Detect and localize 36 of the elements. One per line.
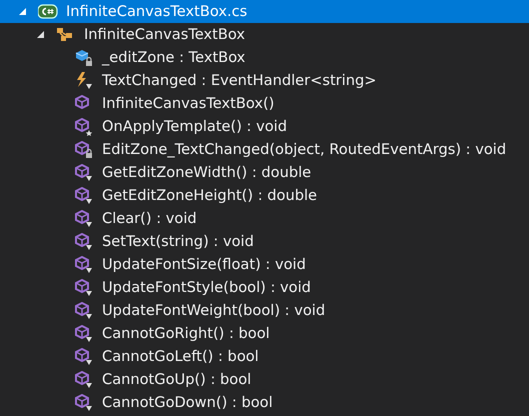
cube-icon: [74, 118, 94, 136]
cube-icon: [74, 324, 94, 342]
tree-item-label[interactable]: SetText(string) : void: [102, 233, 254, 250]
expander-icon[interactable]: [36, 30, 45, 39]
tree-item-label[interactable]: UpdateFontSize(float) : void: [102, 256, 306, 273]
tree-item-label[interactable]: UpdateFontWeight(bool) : void: [102, 302, 326, 319]
tree-item-label[interactable]: InfiniteCanvasTextBox(): [102, 95, 274, 112]
tree-item-label[interactable]: UpdateFontStyle(bool) : void: [102, 279, 311, 296]
tree-item-label[interactable]: GetEditZoneWidth() : double: [102, 164, 312, 181]
cube-icon: [74, 278, 94, 296]
selected-row[interactable]: InfiniteCanvasTextBox.cs: [0, 0, 529, 23]
tree-item-label[interactable]: InfiniteCanvasTextBox: [84, 26, 245, 43]
tree-item-label[interactable]: CannotGoDown() : bool: [102, 394, 273, 411]
cube-icon: [74, 232, 94, 250]
cube-icon: [74, 370, 94, 388]
tree-item-label[interactable]: CannotGoUp() : bool: [102, 371, 252, 388]
tree-item-label[interactable]: Clear() : void: [102, 210, 197, 227]
cube-icon: [74, 394, 94, 412]
field-icon: [74, 48, 94, 66]
tree-item-label[interactable]: _editZone : TextBox: [102, 49, 246, 66]
cube-icon: [74, 348, 94, 366]
tree-item-label[interactable]: CannotGoLeft() : bool: [102, 348, 259, 365]
tree-item-label[interactable]: GetEditZoneHeight() : double: [102, 187, 317, 204]
lightning-icon: [74, 72, 94, 90]
cube-icon: [74, 140, 94, 158]
tree-item-label[interactable]: OnApplyTemplate() : void: [102, 118, 287, 135]
cube-icon: [74, 210, 94, 228]
cube-icon: [74, 256, 94, 274]
tree-item-label[interactable]: CannotGoRight() : bool: [102, 325, 270, 342]
tree-item-label[interactable]: TextChanged : EventHandler<string>: [102, 72, 376, 89]
tree-item-label[interactable]: EditZone_TextChanged(object, RoutedEventArgs) : void: [102, 141, 506, 158]
cube-icon: [74, 186, 94, 204]
tree-item-label[interactable]: InfiniteCanvasTextBox.cs: [66, 3, 248, 20]
cube-icon: [74, 164, 94, 182]
csharp-file-icon: [38, 2, 58, 20]
cube-icon: [74, 302, 94, 320]
